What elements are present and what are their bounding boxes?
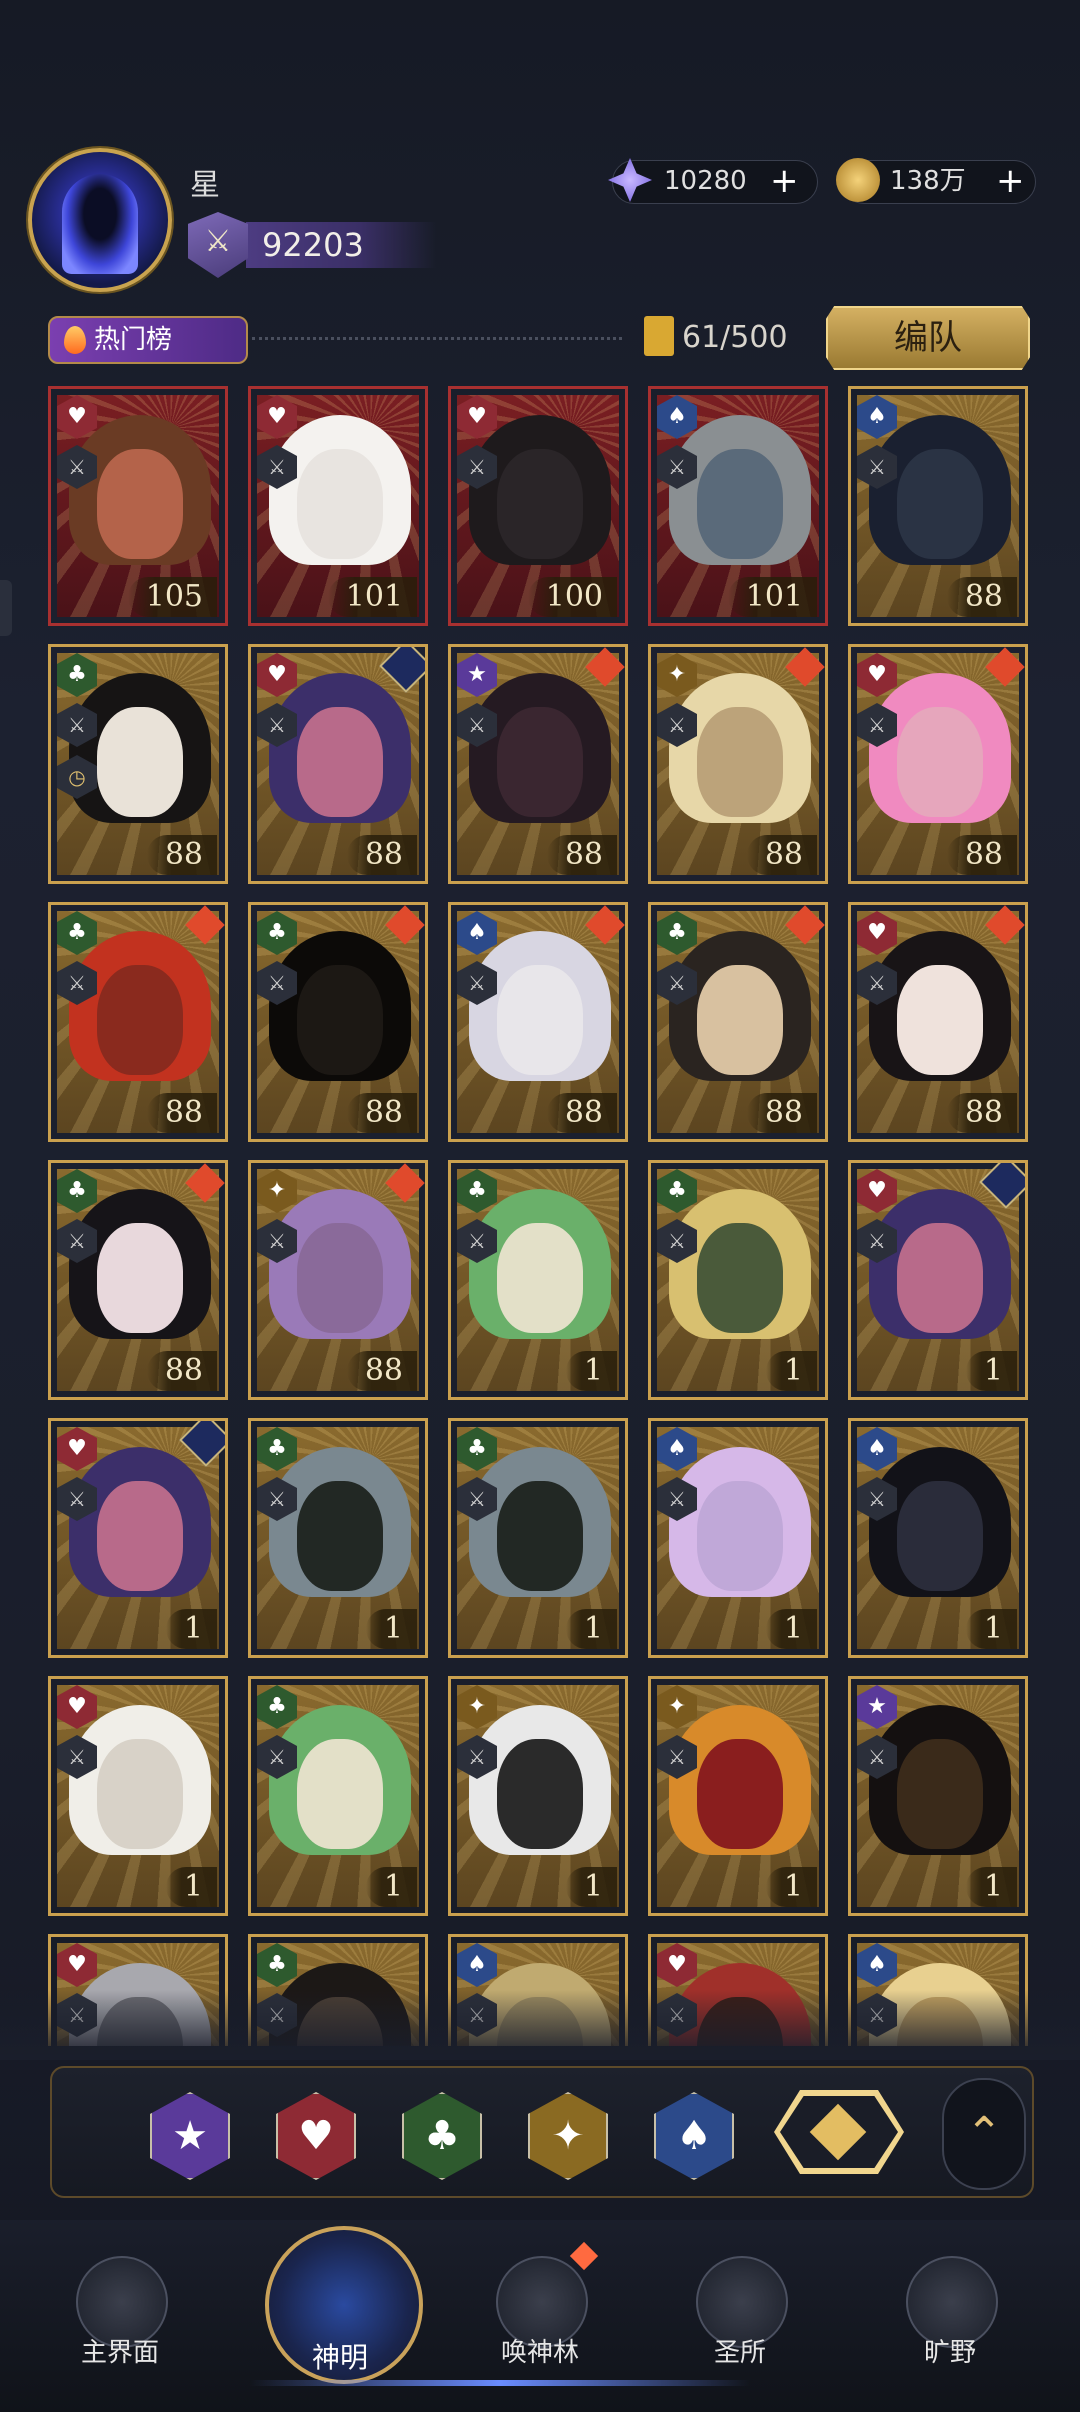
nav-tab-1[interactable]: 神明 <box>240 2220 440 2384</box>
nav-label: 圣所 <box>713 2338 766 2368</box>
flame-icon <box>64 326 86 354</box>
card-level: 88 <box>146 1351 217 1391</box>
god-card[interactable]: ♥ ⚔ 88 <box>248 644 428 884</box>
filter-club-button[interactable]: ♣ <box>402 2092 482 2180</box>
nav-tab-3[interactable]: 圣所 <box>640 2220 840 2380</box>
card-level: 1 <box>765 1867 817 1907</box>
grid-fade <box>0 1990 1080 2060</box>
filter-spade-button[interactable]: ♠ <box>654 2092 734 2180</box>
god-card[interactable]: ♥ ⚔ 1 <box>848 1160 1028 1400</box>
filter-all-button[interactable] <box>774 2090 904 2174</box>
god-card[interactable]: ♠ ⚔ 1 <box>848 1418 1028 1658</box>
nav-tab-4[interactable]: 旷野 <box>850 2220 1050 2380</box>
god-card[interactable]: ♣ ⚔ 1 <box>248 1418 428 1658</box>
god-card[interactable]: ♣ ⚔ 88 <box>48 902 228 1142</box>
card-level: 88 <box>746 835 817 875</box>
card-level: 88 <box>546 1093 617 1133</box>
god-card[interactable]: ♥ ⚔ 88 <box>848 644 1028 884</box>
god-card[interactable]: ♥ ⚔ 101 <box>248 386 428 626</box>
god-card[interactable]: ♥ ⚔ 105 <box>48 386 228 626</box>
suit-filter-bar: ★ ♥ ♣ ✦ ♠ ⌃ <box>50 2066 1034 2198</box>
god-card[interactable]: ✦ ⚔ 1 <box>448 1676 628 1916</box>
card-level: 100 <box>527 577 617 617</box>
god-card[interactable]: ★ ⚔ 1 <box>848 1676 1028 1916</box>
card-level: 88 <box>146 835 217 875</box>
card-count: 61/500 <box>682 320 788 355</box>
add-gold-button[interactable]: + <box>996 160 1025 202</box>
filter-diamond-button[interactable]: ✦ <box>528 2092 608 2180</box>
god-card[interactable]: ♣ ⚔ 1 <box>448 1160 628 1400</box>
god-card[interactable]: ♠ ⚔ 88 <box>848 386 1028 626</box>
nav-tab-2[interactable]: 唤神林 <box>440 2220 640 2380</box>
gold-value: 138万 <box>890 166 966 196</box>
card-level: 1 <box>365 1609 417 1649</box>
hot-list-button[interactable]: 热门榜 <box>48 316 248 364</box>
card-level: 88 <box>946 577 1017 617</box>
god-card[interactable]: ♣ ⚔ ◷ 88 <box>48 644 228 884</box>
active-tab-glow <box>250 2380 750 2386</box>
card-level: 1 <box>965 1351 1017 1391</box>
gems-value: 10280 <box>664 166 747 196</box>
god-card[interactable]: ♥ ⚔ 88 <box>848 902 1028 1142</box>
god-card-grid: ♥ ⚔ 105 ♥ ⚔ 101 ♥ ⚔ 100 ♠ ⚔ 101 ♠ ⚔ 88 ♣ ⚔ ◷ 88 ♥ ⚔ 88 ★ ⚔ 88 ✦ ⚔ 8… <box>48 386 1030 2046</box>
rank-emblem-icon: ⚔ <box>188 212 248 278</box>
card-level: 1 <box>565 1351 617 1391</box>
sort-toggle-button[interactable]: ⌃ <box>942 2078 1026 2190</box>
god-card[interactable]: ♥ ⚔ 100 <box>448 386 628 626</box>
card-level: 88 <box>946 1093 1017 1133</box>
card-level: 1 <box>565 1609 617 1649</box>
card-level: 88 <box>546 835 617 875</box>
card-level: 1 <box>765 1351 817 1391</box>
card-level: 101 <box>727 577 817 617</box>
hot-list-label: 热门榜 <box>94 325 173 355</box>
card-level: 88 <box>146 1093 217 1133</box>
god-card[interactable]: ✦ ⚔ 88 <box>248 1160 428 1400</box>
god-card[interactable]: ♣ ⚔ 88 <box>248 902 428 1142</box>
add-gems-button[interactable]: + <box>770 160 799 202</box>
god-card[interactable]: ♣ ⚔ 88 <box>648 902 828 1142</box>
nav-label: 唤神林 <box>500 2338 579 2368</box>
team-button[interactable]: 编队 <box>826 306 1030 370</box>
card-level: 1 <box>765 1609 817 1649</box>
god-card[interactable]: ♠ ⚔ 1 <box>648 1418 828 1658</box>
nav-label: 旷野 <box>923 2338 976 2368</box>
card-level: 88 <box>946 835 1017 875</box>
god-card[interactable]: ♣ ⚔ 1 <box>248 1676 428 1916</box>
nav-label: 神明 <box>311 2341 368 2374</box>
card-level: 101 <box>327 577 417 617</box>
card-level: 88 <box>346 1351 417 1391</box>
side-handle[interactable] <box>0 580 12 636</box>
god-card[interactable]: ✦ ⚔ 1 <box>648 1676 828 1916</box>
card-level: 88 <box>346 1093 417 1133</box>
card-level: 88 <box>346 835 417 875</box>
divider <box>252 337 622 340</box>
god-card[interactable]: ✦ ⚔ 88 <box>648 644 828 884</box>
card-level: 1 <box>565 1867 617 1907</box>
filter-heart-button[interactable]: ♥ <box>276 2092 356 2180</box>
nav-label: 主界面 <box>80 2338 159 2368</box>
rank-value: 92203 <box>262 226 364 264</box>
card-capacity-icon <box>644 316 674 356</box>
god-card[interactable]: ♠ ⚔ 88 <box>448 902 628 1142</box>
god-card[interactable]: ★ ⚔ 88 <box>448 644 628 884</box>
god-card[interactable]: ♠ ⚔ 101 <box>648 386 828 626</box>
god-card[interactable]: ♣ ⚔ 1 <box>648 1160 828 1400</box>
filter-star-button[interactable]: ★ <box>150 2092 230 2180</box>
player-avatar[interactable] <box>28 148 172 292</box>
card-level: 1 <box>965 1609 1017 1649</box>
card-level: 1 <box>965 1867 1017 1907</box>
gold-coin-icon <box>836 158 880 202</box>
nav-tab-0[interactable]: 主界面 <box>20 2220 220 2380</box>
god-card[interactable]: ♣ ⚔ 88 <box>48 1160 228 1400</box>
card-level: 1 <box>365 1867 417 1907</box>
card-level: 88 <box>746 1093 817 1133</box>
player-name: 星 <box>190 168 220 203</box>
card-level: 1 <box>165 1867 217 1907</box>
card-level: 105 <box>127 577 217 617</box>
god-card[interactable]: ♥ ⚔ 1 <box>48 1676 228 1916</box>
god-card[interactable]: ♥ ⚔ 1 <box>48 1418 228 1658</box>
card-level: 1 <box>165 1609 217 1649</box>
god-card[interactable]: ♣ ⚔ 1 <box>448 1418 628 1658</box>
